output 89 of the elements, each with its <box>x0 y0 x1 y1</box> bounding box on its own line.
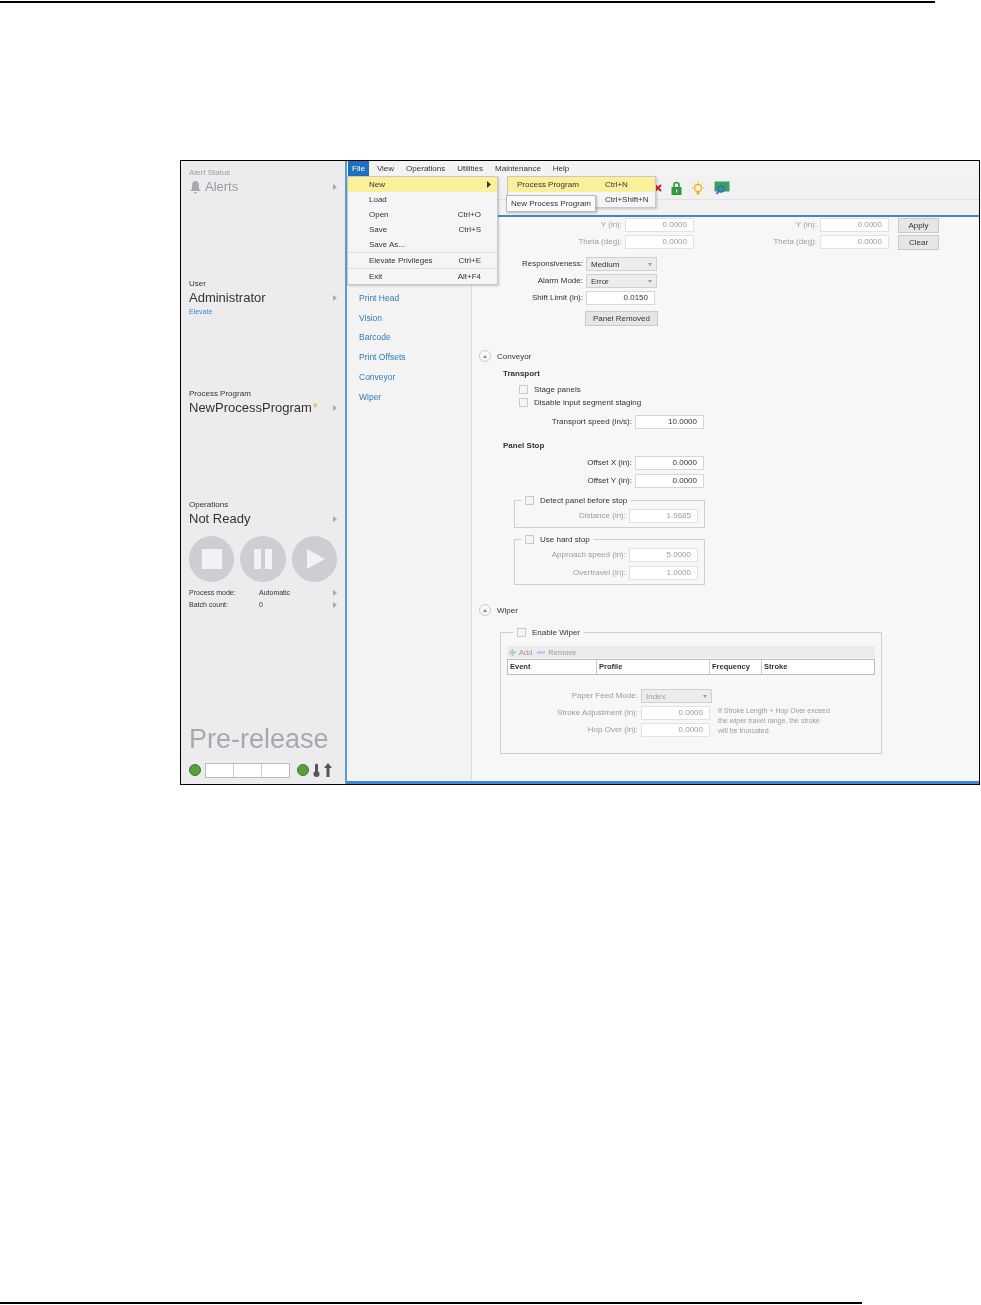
stop-button[interactable] <box>189 536 235 582</box>
menu-item[interactable]: File <box>348 161 369 177</box>
modified-mark: * <box>312 399 318 417</box>
checkbox[interactable] <box>517 627 526 637</box>
submenu-arrow-icon <box>487 181 491 188</box>
nav-link[interactable]: Print Offsets <box>359 348 406 368</box>
caret-icon <box>648 279 652 283</box>
checkbox[interactable] <box>519 385 528 394</box>
bulb-icon[interactable] <box>691 180 705 196</box>
play-button[interactable] <box>291 536 337 582</box>
menu-item[interactable]: Utilities <box>453 161 487 177</box>
field-label: Theta (deg): <box>577 236 623 248</box>
checkbox-label: Stage panels <box>534 385 581 394</box>
monitor-search-icon[interactable] <box>714 181 730 195</box>
section-label: User <box>189 278 207 289</box>
checkbox-label: Enable Wiper <box>532 627 581 637</box>
menu-item[interactable]: Maintenance <box>491 161 545 177</box>
value-field[interactable]: 0.0000 <box>635 456 704 470</box>
caret-icon <box>703 694 707 698</box>
section-label: Process Program <box>189 388 252 399</box>
menu-item[interactable]: Help <box>548 161 574 177</box>
caret-icon <box>483 354 487 358</box>
group-title: Transport <box>503 368 541 380</box>
menu-item[interactable]: Exit Alt+F4 <box>348 268 497 284</box>
field-label: Distance (in): <box>577 510 627 522</box>
dropdown[interactable]: Error <box>586 274 657 288</box>
lock-icon[interactable] <box>671 181 682 195</box>
menu-item[interactable]: Operations <box>402 161 450 177</box>
menu-item[interactable]: Elevate Privileges Ctrl+E <box>348 252 497 268</box>
menu-item[interactable]: New <box>348 177 497 192</box>
dropdown[interactable]: Medium <box>586 257 657 271</box>
status-light <box>189 764 201 776</box>
chevron-icon[interactable] <box>333 516 337 522</box>
field-label: Stroke Adjustment (in): <box>556 707 639 719</box>
pause-button[interactable] <box>240 536 286 582</box>
chevron-icon[interactable] <box>333 184 337 190</box>
checkbox[interactable] <box>525 534 534 544</box>
section-label: Alert Status <box>189 167 232 178</box>
checkbox-label: Disable input segment staging <box>534 398 642 407</box>
section-title: Wiper <box>497 605 518 615</box>
menu-item[interactable]: Open Ctrl+O <box>348 207 497 222</box>
section-title: Conveyor <box>497 351 532 361</box>
field-label: Approach speed (in): <box>550 549 627 561</box>
checkbox[interactable] <box>519 398 528 407</box>
thermometer-icon <box>313 763 320 777</box>
menu-item[interactable]: Save Ctrl+S <box>348 222 497 237</box>
checkbox-label: Detect panel before stop <box>540 495 628 505</box>
user-name: Administrator <box>189 289 266 307</box>
field-label: Theta (deg): <box>772 236 818 248</box>
nav-link[interactable]: Wiper <box>359 387 382 408</box>
field-label: Overtravel (in): <box>572 567 627 579</box>
status-light <box>297 764 309 776</box>
nav-link[interactable]: Conveyor <box>359 367 396 388</box>
collapse-button[interactable] <box>479 350 491 362</box>
up-arrow-icon[interactable] <box>324 763 332 777</box>
field-label: Transport speed (in/s): <box>550 416 633 428</box>
value-field[interactable]: 0.0000 <box>635 474 704 488</box>
menu-item[interactable]: Load <box>348 192 497 207</box>
section-label: Operations <box>189 499 230 510</box>
value-field[interactable]: 10.0000 <box>635 415 704 429</box>
field-label: Hop Over (in): <box>586 724 639 736</box>
nav-link[interactable]: Barcode <box>359 328 391 349</box>
plus-icon <box>509 648 516 656</box>
operation-status: Not Ready <box>189 510 251 528</box>
group-title: Panel Stop <box>503 440 546 452</box>
field-label: Paper Feed Mode: <box>570 690 639 702</box>
chevron-icon[interactable] <box>333 295 337 301</box>
prerelease-label: Pre-release <box>189 723 330 756</box>
field-label: Shift Limit (in): <box>530 292 584 304</box>
nav-link[interactable]: Vision <box>359 308 382 329</box>
tooltip: New Process Program <box>506 195 597 212</box>
menu-item[interactable]: Save As... <box>348 237 497 252</box>
caret-icon <box>483 608 487 612</box>
collapse-button[interactable] <box>479 604 491 616</box>
program-name: NewProcessProgram <box>189 399 312 417</box>
alerts-label: Alerts <box>205 178 239 196</box>
nav-link[interactable]: Print Head <box>359 289 400 309</box>
value-field[interactable]: 0.0150 <box>586 291 655 305</box>
caret-icon <box>648 262 652 266</box>
checkbox[interactable] <box>525 495 534 505</box>
field-label: Offset Y (in): <box>586 475 633 487</box>
menu-item[interactable]: Process Program Ctrl+N <box>508 177 655 192</box>
menu-item[interactable]: View <box>372 161 399 177</box>
chevron-icon[interactable] <box>333 405 337 411</box>
field-label: Y (in): <box>794 219 818 231</box>
panel-removed-button[interactable]: Panel Removed <box>585 311 658 326</box>
bell-icon <box>189 180 202 194</box>
field-label: Offset X (in): <box>586 457 633 469</box>
checkbox-label: Use hard stop <box>540 534 590 544</box>
